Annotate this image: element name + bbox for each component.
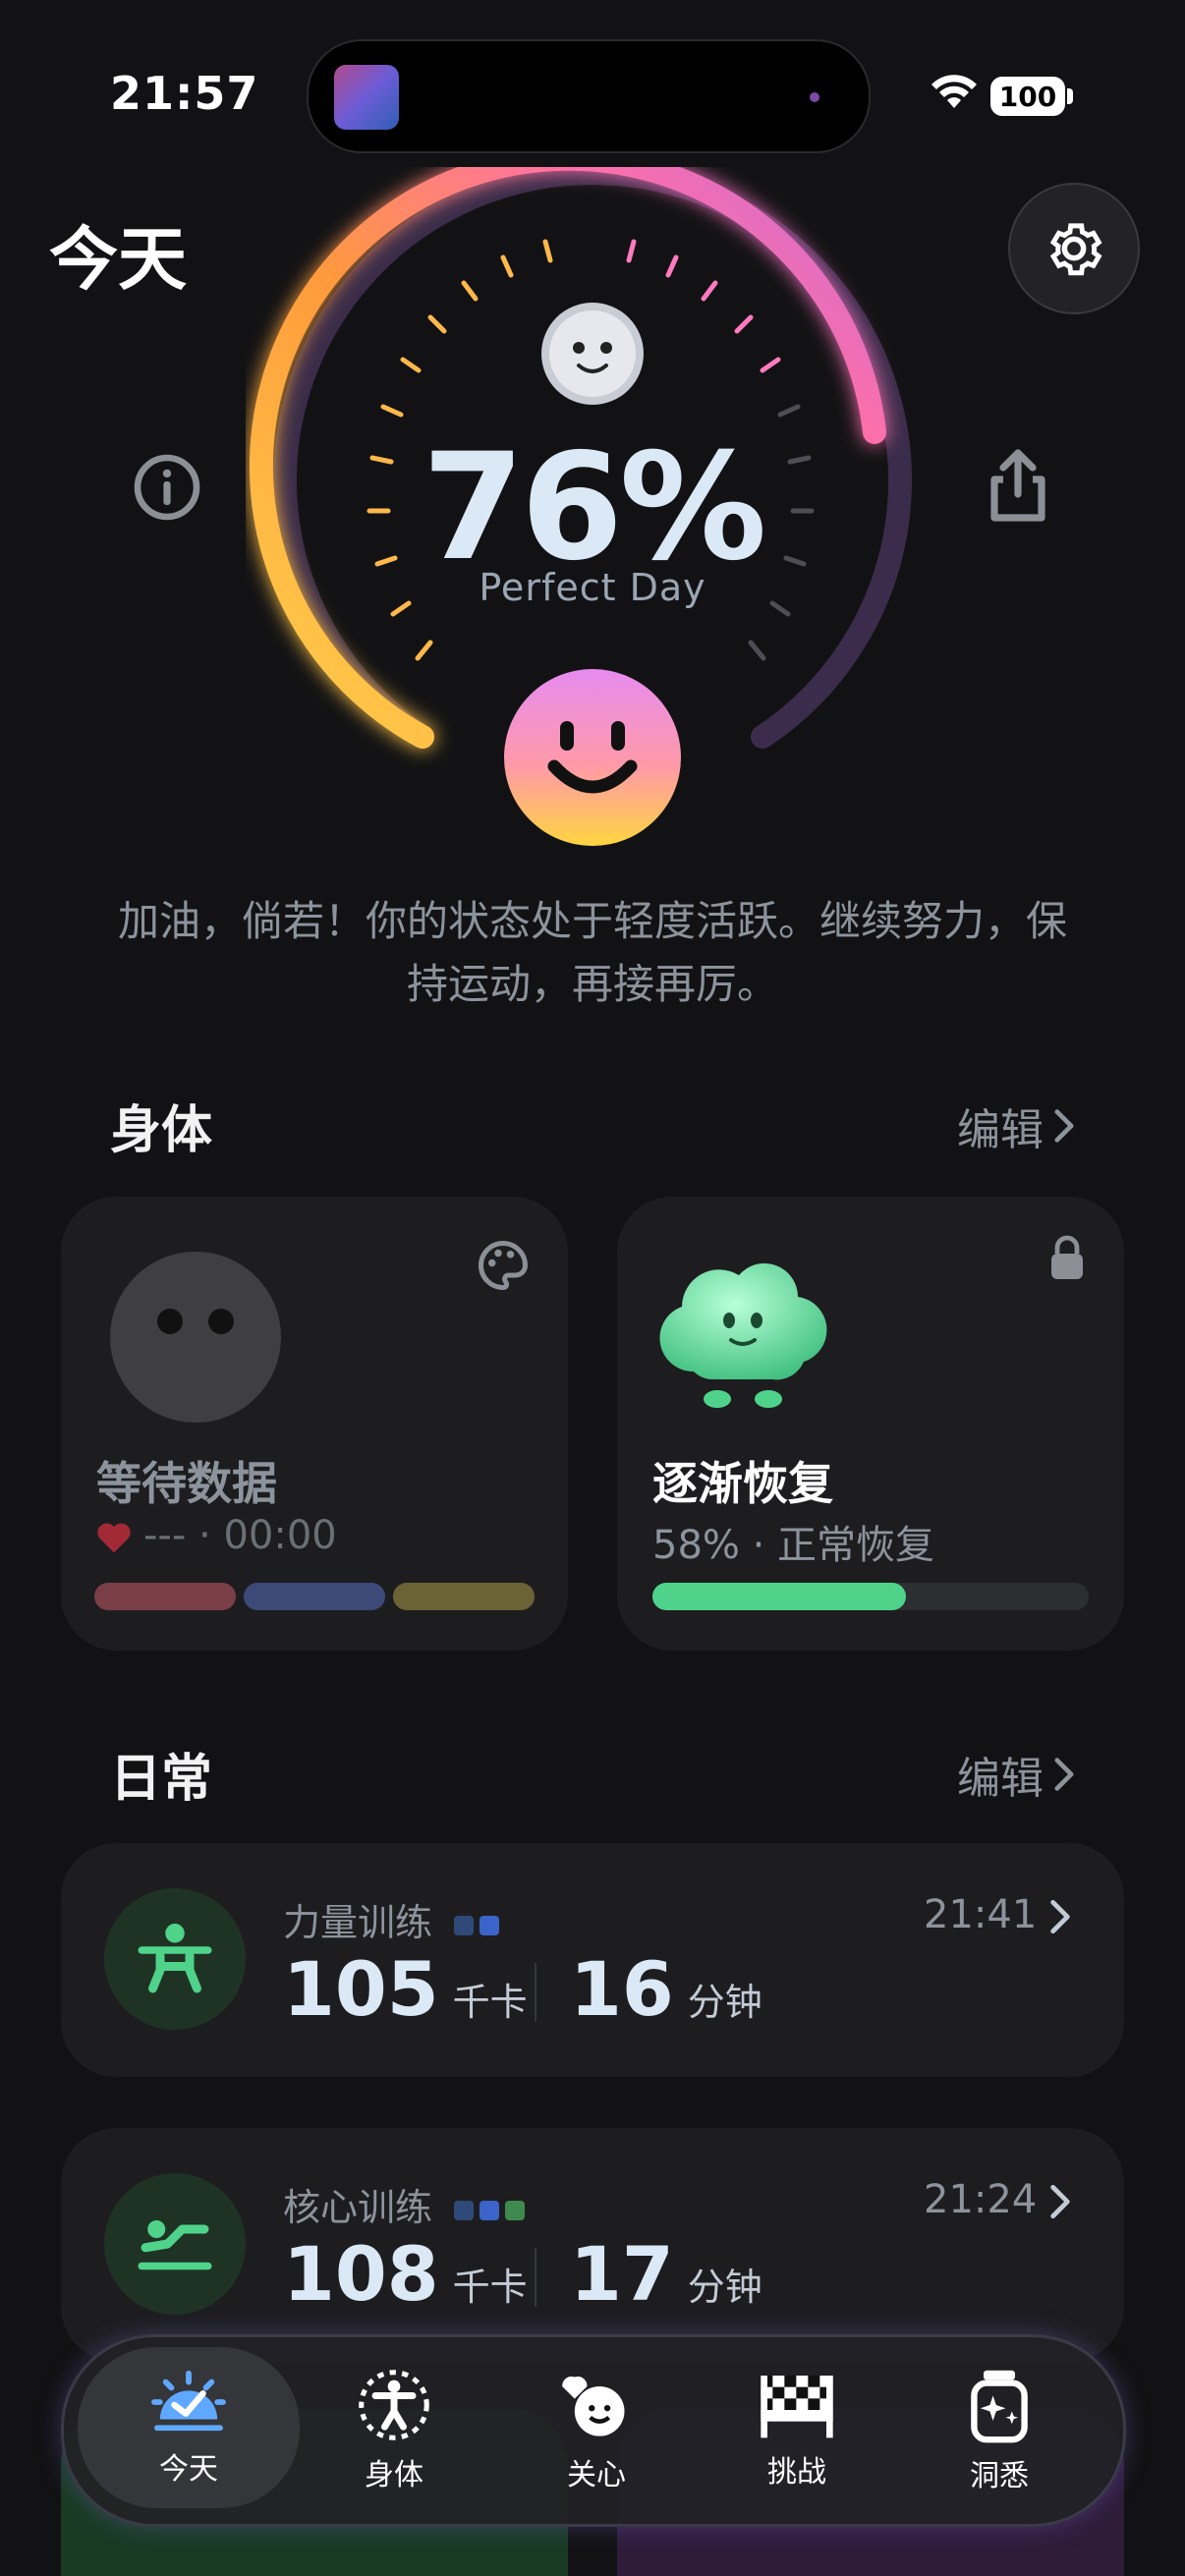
battery-indicator: 100: [990, 77, 1065, 116]
recovery-card-subtitle: 58% · 正常恢复: [652, 1523, 935, 1568]
tab-bar: 今天 身体 关心 挑战 洞悉: [61, 2334, 1126, 2527]
smiley-face-icon[interactable]: [503, 668, 682, 847]
chevron-right-icon: [1050, 1899, 1070, 1934]
calories-value: 105: [283, 1945, 439, 2033]
tag-dots: [454, 1901, 505, 1944]
duration-unit: 分钟: [687, 2266, 762, 2309]
activity-time: 21:24: [924, 2177, 1038, 2222]
sleep-card-title: 等待数据: [96, 1457, 277, 1510]
care-mascot-icon: [562, 2376, 625, 2436]
tab-challenge[interactable]: 挑战: [699, 2337, 895, 2524]
score-label: Perfect Day: [479, 566, 706, 609]
chevron-right-icon: [1050, 2184, 1070, 2219]
edit-label: 编辑: [957, 1754, 1044, 1804]
tab-label: 洞悉: [970, 2459, 1029, 2493]
activity-indicator: [810, 92, 819, 102]
encouragement-message: 加油，倘若！你的状态处于轻度活跃。继续努力，保持运动，再接再厉。: [117, 897, 1067, 1008]
tag-dots: [454, 2186, 531, 2229]
daily-edit-button[interactable]: 编辑: [957, 1743, 1075, 1806]
tab-care[interactable]: 关心: [498, 2337, 695, 2524]
recovery-progress-track: [652, 1583, 1089, 1610]
bar-segment-red: [94, 1583, 236, 1610]
daily-section-title: 日常: [110, 1750, 213, 1809]
tab-label: 身体: [365, 2458, 423, 2492]
gear-icon: [1049, 223, 1102, 276]
activity-row-core[interactable]: 核心训练 21:24 108 千卡 17 分钟: [61, 2128, 1124, 2362]
sparkle-jar-icon: [971, 2370, 1028, 2443]
battery-tip: [1067, 88, 1073, 104]
calories-unit: 千卡: [452, 1981, 528, 2024]
page-title: 今天: [49, 219, 187, 300]
recovery-progress-fill: [652, 1583, 906, 1610]
strength-training-icon: [104, 1888, 246, 2030]
tab-body[interactable]: 身体: [296, 2337, 492, 2524]
checkered-flag-icon: [761, 2376, 833, 2438]
activity-name: 力量训练: [283, 1901, 433, 1944]
waiting-mascot: [110, 1252, 281, 1423]
settings-button[interactable]: [1008, 183, 1140, 314]
cloud-mascot-icon: [659, 1262, 827, 1408]
recovery-card[interactable]: 逐渐恢复 58% · 正常恢复: [617, 1197, 1124, 1651]
bar-segment-yellow: [393, 1583, 535, 1610]
wifi-icon: [931, 75, 977, 108]
chevron-right-icon: [1054, 1758, 1074, 1791]
divider: [535, 1963, 536, 2022]
tab-insight[interactable]: 洞悉: [901, 2337, 1098, 2524]
body-figure-icon: [359, 2370, 429, 2440]
divider: [535, 2248, 536, 2307]
sleep-card[interactable]: 等待数据 --- · 00:00: [61, 1197, 568, 1651]
calories-value: 108: [283, 2230, 439, 2318]
lock-icon: [1051, 1235, 1083, 1279]
chevron-right-icon: [1054, 1109, 1074, 1143]
sunrise-check-icon: [151, 2370, 226, 2432]
core-training-icon: [104, 2173, 246, 2315]
body-section-title: 身体: [110, 1101, 213, 1160]
activity-time: 21:41: [924, 1892, 1038, 1937]
palette-icon[interactable]: [474, 1236, 533, 1295]
tab-today[interactable]: 今天: [78, 2347, 300, 2508]
now-playing-thumbnail: [334, 65, 399, 130]
calories-unit: 千卡: [452, 2266, 528, 2309]
body-edit-button[interactable]: 编辑: [957, 1094, 1075, 1157]
activity-row-strength[interactable]: 力量训练 21:41 105 千卡 16 分钟: [61, 1843, 1124, 2077]
status-time: 21:57: [110, 67, 259, 120]
sleep-card-subtitle: --- · 00:00: [143, 1513, 337, 1558]
tab-label: 今天: [159, 2452, 218, 2487]
tab-label: 挑战: [767, 2455, 826, 2490]
tab-label: 关心: [567, 2458, 626, 2492]
sun-mascot-icon: [541, 303, 644, 405]
activity-name: 核心训练: [283, 2186, 433, 2229]
duration-value: 17: [570, 2230, 674, 2318]
duration-unit: 分钟: [687, 1981, 762, 2024]
heart-icon: [97, 1523, 131, 1553]
bar-segment-blue: [244, 1583, 385, 1610]
edit-label: 编辑: [957, 1105, 1044, 1155]
dynamic-island[interactable]: [307, 39, 871, 153]
duration-value: 16: [570, 1945, 674, 2033]
recovery-card-title: 逐渐恢复: [652, 1457, 833, 1510]
